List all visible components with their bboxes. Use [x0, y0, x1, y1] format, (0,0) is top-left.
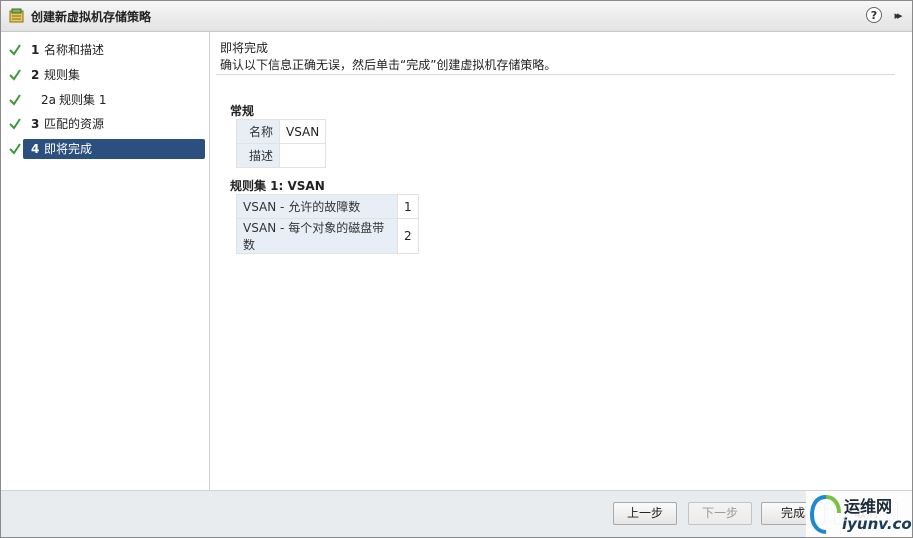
check-icon: [9, 143, 21, 155]
table-row: VSAN - 每个对象的磁盘带数 2: [236, 218, 419, 254]
watermark-text-cn: 运维网: [844, 497, 893, 516]
step-label: 规则集: [44, 68, 81, 82]
table-row: 描述: [236, 143, 327, 168]
failures-to-tolerate-value: 1: [397, 194, 419, 219]
general-section-title: 常规: [230, 104, 255, 118]
ruleset-table: VSAN - 允许的故障数 1 VSAN - 每个对象的磁盘带数 2: [236, 194, 419, 254]
watermark-logo-icon: [809, 495, 841, 534]
divider: [216, 74, 895, 75]
help-icon[interactable]: ?: [866, 7, 882, 23]
check-icon: [9, 94, 21, 106]
storage-policy-icon: [9, 8, 24, 23]
step-label: 名称和描述: [44, 43, 105, 57]
step-matching-resources[interactable]: 3 匹配的资源: [4, 114, 205, 134]
step-label: 即将完成: [44, 142, 93, 156]
failures-to-tolerate-key: VSAN - 允许的故障数: [236, 194, 398, 219]
check-icon: [9, 69, 21, 81]
expand-icon[interactable]: ▸▸: [890, 9, 904, 23]
wizard-dialog: 创建新虚拟机存储策略 ? ▸▸ 1 名称和描述 2 规则集 2a 规则集 1 3…: [0, 0, 913, 538]
step-name-and-description[interactable]: 1 名称和描述: [4, 40, 205, 60]
page-description: 确认以下信息正确无误，然后单击“完成”创建虚拟机存储策略。: [220, 58, 557, 72]
watermark-text-en: iyunv.com: [842, 515, 912, 533]
main-panel: 即将完成 确认以下信息正确无误，然后单击“完成”创建虚拟机存储策略。 常规 名称…: [210, 32, 912, 490]
stripes-per-object-key: VSAN - 每个对象的磁盘带数: [236, 218, 398, 254]
step-number: 1: [31, 43, 40, 57]
ruleset-section-title: 规则集 1: VSAN: [230, 179, 325, 193]
step-number: 4: [31, 142, 40, 156]
button-bar: 上一步 下一步 完成 取消: [1, 490, 912, 537]
step-rule-sets[interactable]: 2 规则集: [4, 65, 205, 85]
check-icon: [9, 44, 21, 56]
page-title: 即将完成: [220, 41, 269, 55]
step-ready-to-complete[interactable]: 4 即将完成: [4, 139, 205, 159]
name-key: 名称: [236, 119, 280, 144]
table-row: 名称 VSAN: [236, 119, 327, 144]
stripes-per-object-value: 2: [397, 218, 419, 254]
title-bar: 创建新虚拟机存储策略 ? ▸▸: [1, 1, 912, 32]
dialog-title: 创建新虚拟机存储策略: [31, 10, 152, 24]
step-number: 3: [31, 117, 40, 131]
step-label: 规则集 1: [59, 93, 107, 107]
watermark: 运维网 iyunv.com: [806, 491, 912, 537]
wizard-steps-sidebar: 1 名称和描述 2 规则集 2a 规则集 1 3 匹配的资源 4 即将完成: [1, 32, 210, 490]
name-value: VSAN: [278, 119, 327, 144]
next-button[interactable]: 下一步: [688, 502, 752, 525]
back-button[interactable]: 上一步: [613, 502, 677, 525]
description-key: 描述: [236, 143, 280, 168]
step-rule-set-1[interactable]: 2a 规则集 1: [4, 90, 205, 110]
step-number: 2a: [41, 93, 56, 107]
step-number: 2: [31, 68, 40, 82]
check-icon: [9, 118, 21, 130]
general-table: 名称 VSAN 描述: [236, 119, 327, 168]
description-value: [278, 143, 327, 168]
step-label: 匹配的资源: [44, 117, 105, 131]
table-row: VSAN - 允许的故障数 1: [236, 194, 419, 219]
